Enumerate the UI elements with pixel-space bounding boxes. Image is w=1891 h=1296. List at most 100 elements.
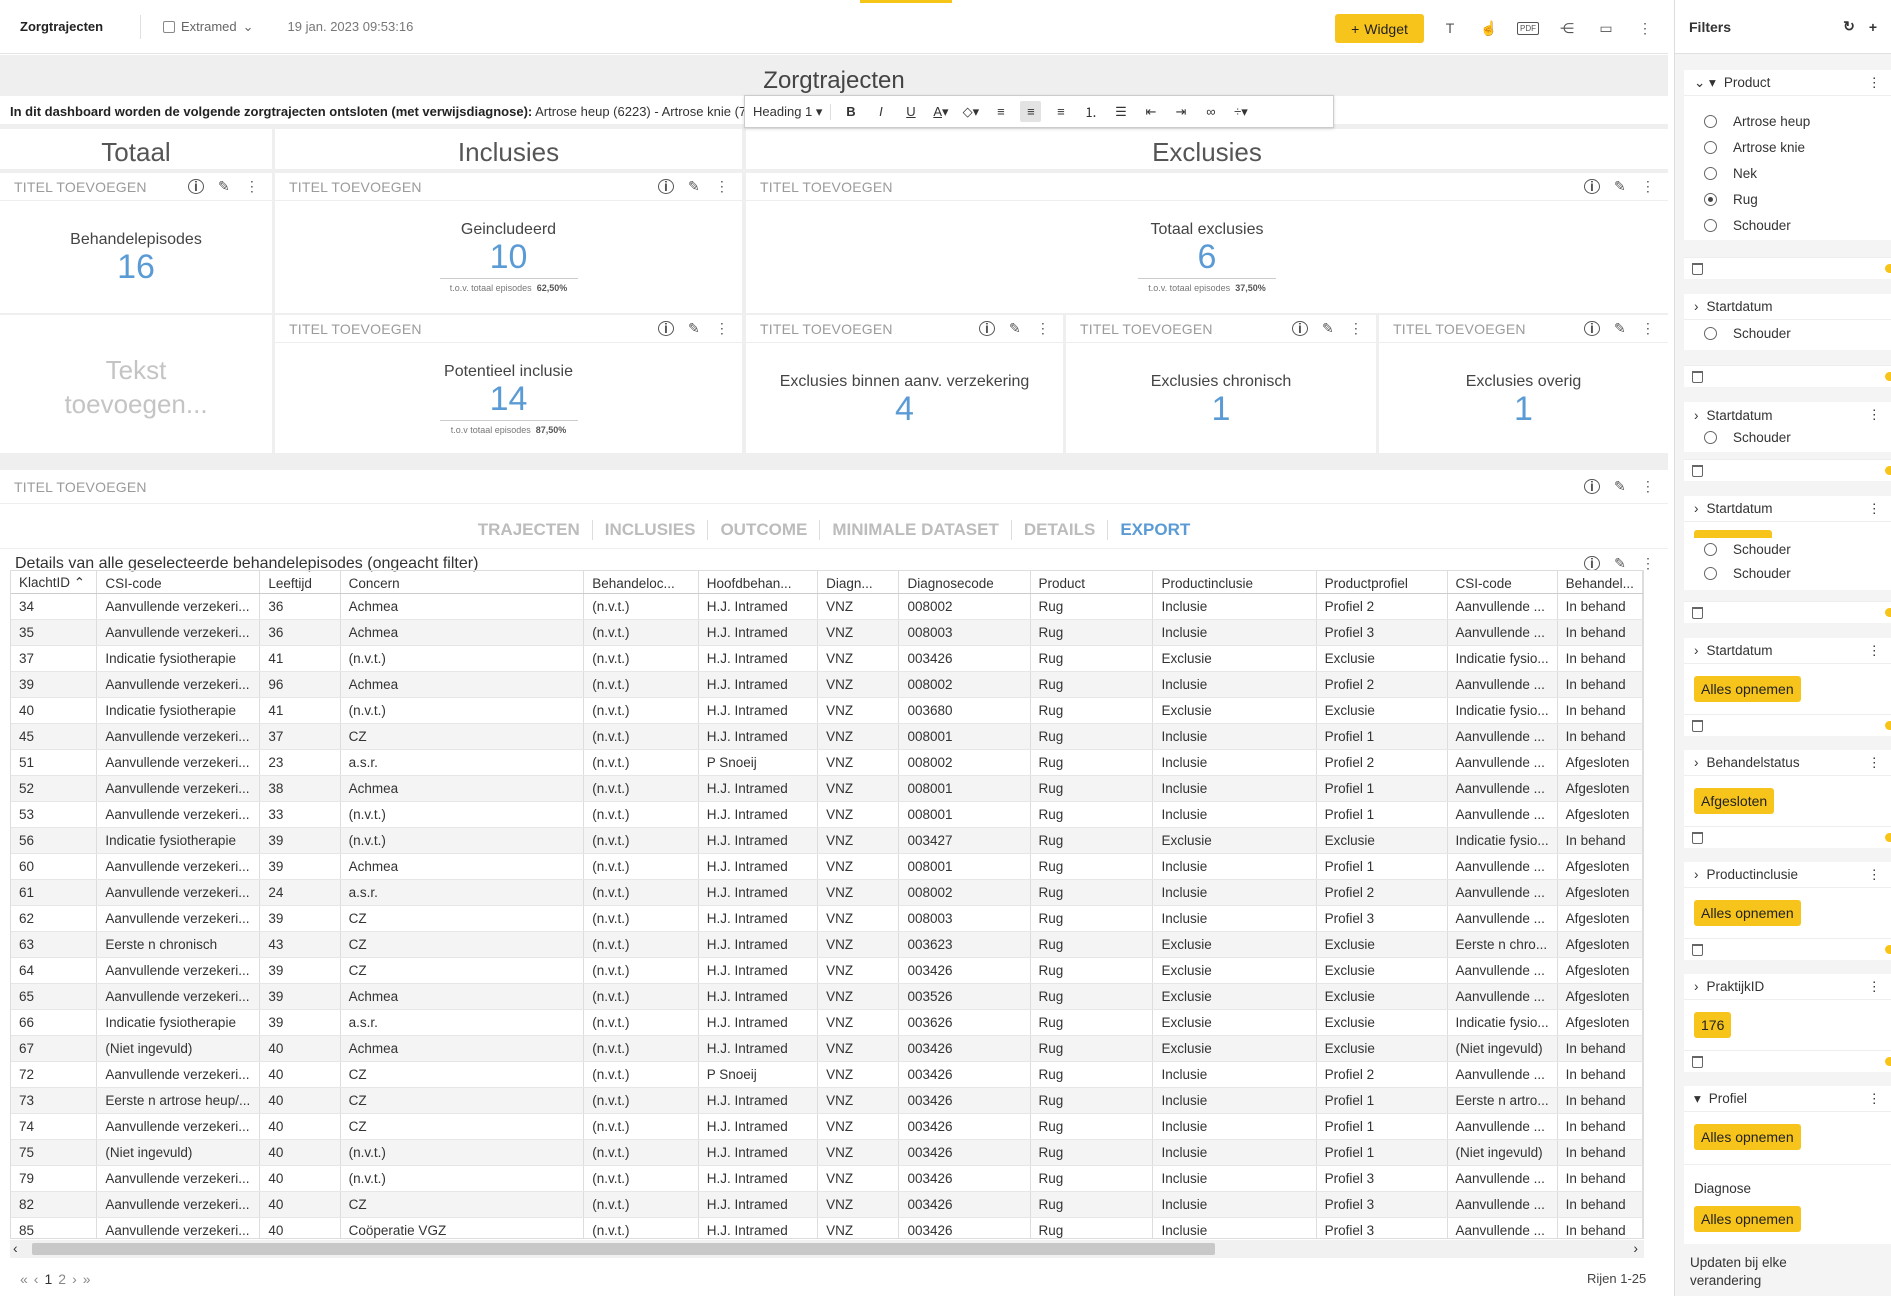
horizontal-scrollbar[interactable]: ‹ › (10, 1240, 1644, 1258)
filter-option[interactable]: Rug (1684, 186, 1891, 212)
reset-icon[interactable]: ↻ (1843, 18, 1855, 35)
more-icon[interactable]: ⋮ (714, 320, 730, 337)
alles-opnemen-chip[interactable]: Alles opnemen (1694, 1124, 1801, 1150)
toggle-icon[interactable] (1885, 264, 1891, 273)
last-page-icon[interactable]: » (83, 1271, 91, 1287)
table-row[interactable]: 75 (Niet ingevuld) 40 (n.v.t.) (n.v.t.) H.J. … (11, 1139, 1643, 1166)
source-selector[interactable]: Extramed ⌄ (163, 19, 254, 35)
column-header[interactable]: Product (1030, 571, 1154, 594)
tab-inclusies[interactable]: INCLUSIES (593, 520, 709, 540)
table-row[interactable]: 56 Indicatie fysiotherapie 39 (n.v.t.) (n.v.… (11, 827, 1643, 854)
pencil-icon[interactable]: ✎ (1007, 320, 1023, 337)
column-header[interactable]: CSI-code (1447, 571, 1558, 594)
align-left-icon[interactable]: ≡ (990, 101, 1011, 122)
bullet-list-icon[interactable]: ☰ (1110, 101, 1131, 122)
toggle-icon[interactable] (1885, 608, 1891, 617)
table-row[interactable]: 72 Aanvullende verzekeri... 40 CZ (n.v.t.) P … (11, 1061, 1643, 1088)
align-center-icon[interactable]: ≡ (1020, 101, 1042, 122)
trash-icon[interactable] (1692, 262, 1703, 275)
section-totaal[interactable]: Totaal (0, 129, 272, 169)
filter-option[interactable]: Schouder (1684, 560, 1891, 586)
filter-option[interactable]: Nek (1684, 160, 1891, 186)
table-row[interactable]: 82 Aanvullende verzekeri... 40 CZ (n.v.t.) H.… (11, 1191, 1643, 1218)
pdf-icon[interactable]: PDF (1516, 16, 1540, 40)
section-exclusies[interactable]: Exclusies (746, 129, 1668, 169)
more-icon[interactable]: ⋮ (1348, 320, 1364, 337)
next-page-icon[interactable]: › (72, 1271, 77, 1287)
info-icon[interactable]: i (1584, 556, 1600, 571)
section-inclusies[interactable]: Inclusies (275, 129, 742, 169)
more-icon[interactable]: ⋮ (1868, 979, 1882, 995)
column-header[interactable]: KlachtID ⌃ (11, 571, 98, 594)
monitor-icon[interactable]: ▭ (1594, 16, 1618, 40)
numbered-list-icon[interactable]: ⒈ (1080, 101, 1101, 122)
toggle-icon[interactable] (1885, 372, 1891, 381)
table-row[interactable]: 51 Aanvullende verzekeri... 23 a.s.r. (n.v.t… (11, 749, 1643, 776)
radio-icon[interactable] (1704, 114, 1717, 128)
column-header[interactable]: Behandeloc... (583, 571, 699, 594)
alles-opnemen-chip[interactable]: Alles opnemen (1694, 676, 1801, 702)
tile-title[interactable]: TITEL TOEVOEGEN (289, 321, 646, 337)
scroll-left-icon[interactable]: ‹ (13, 1240, 18, 1256)
trash-icon[interactable] (1692, 943, 1703, 956)
share-icon[interactable]: ⋲ (1555, 16, 1579, 40)
radio-selected-icon[interactable] (1704, 192, 1717, 206)
table-row[interactable]: 35 Aanvullende verzekeri... 36 Achmea (n.v.t… (11, 619, 1643, 646)
trash-icon[interactable] (1692, 370, 1703, 383)
table-row[interactable]: 79 Aanvullende verzekeri... 40 (n.v.t.) (n.v… (11, 1165, 1643, 1192)
filter-header[interactable]: › Productinclusie ⋮ (1684, 862, 1891, 888)
info-icon[interactable]: i (1584, 479, 1600, 494)
pencil-icon[interactable]: ✎ (216, 178, 232, 195)
info-icon[interactable]: i (658, 179, 674, 194)
add-widget-button[interactable]: + Widget (1335, 14, 1424, 43)
radio-icon[interactable] (1704, 430, 1717, 444)
tile-tekst[interactable]: Tekst toevoegen... (0, 315, 272, 453)
radio-icon[interactable] (1704, 140, 1717, 154)
filter-header[interactable]: ▾ Profiel ⋮ (1684, 1086, 1891, 1112)
scroll-right-icon[interactable]: › (1633, 1240, 1638, 1256)
radio-icon[interactable] (1704, 326, 1717, 340)
table-row[interactable]: 67 (Niet ingevuld) 40 Achmea (n.v.t.) H.J. In… (11, 1035, 1643, 1062)
radio-icon[interactable] (1704, 218, 1717, 232)
tile-title[interactable]: TITEL TOEVOEGEN (1080, 321, 1280, 337)
table-row[interactable]: 64 Aanvullende verzekeri... 39 CZ (n.v.t.) H.… (11, 957, 1643, 984)
radio-icon[interactable] (1704, 542, 1717, 556)
touch-icon[interactable]: ☝ (1477, 16, 1501, 40)
filter-header[interactable]: › Startdatum (1684, 294, 1891, 320)
info-icon[interactable]: i (979, 321, 995, 336)
toggle-icon[interactable] (1885, 721, 1891, 730)
alles-opnemen-chip[interactable]: Alles opnemen (1694, 1206, 1801, 1232)
filter-option[interactable]: Artrose knie (1684, 134, 1891, 160)
tile-title[interactable]: TITEL TOEVOEGEN (760, 321, 967, 337)
dashboard-title[interactable]: Zorgtrajecten (0, 67, 1668, 95)
table-row[interactable]: 73 Eerste n artrose heup/... 40 CZ (n.v.t.) H… (11, 1087, 1643, 1114)
tab-export[interactable]: EXPORT (1108, 520, 1202, 540)
prev-page-icon[interactable]: ‹ (34, 1271, 39, 1287)
table-row[interactable]: 40 Indicatie fysiotherapie 41 (n.v.t.) (n.v.… (11, 697, 1643, 724)
bold-icon[interactable]: B (840, 101, 861, 122)
indent-icon[interactable]: ⇥ (1170, 101, 1191, 122)
info-icon[interactable]: i (1584, 321, 1600, 336)
column-header[interactable]: CSI-code (96, 571, 261, 594)
table-row[interactable]: 45 Aanvullende verzekeri... 37 CZ (n.v.t.) H.… (11, 723, 1643, 750)
table-row[interactable]: 61 Aanvullende verzekeri... 24 a.s.r. (n.v.t… (11, 879, 1643, 906)
filter-header[interactable]: › PraktijkID ⋮ (1684, 974, 1891, 1000)
table-row[interactable]: 65 Aanvullende verzekeri... 39 Achmea (n.v.t… (11, 983, 1643, 1010)
italic-icon[interactable]: I (870, 101, 891, 122)
tab-outcome[interactable]: OUTCOME (708, 520, 821, 540)
pencil-icon[interactable]: ✎ (686, 320, 702, 337)
filter-header[interactable]: › Startdatum ⋮ (1684, 638, 1891, 664)
more-icon[interactable]: ⋮ (1868, 75, 1882, 91)
tile-title[interactable]: TITEL TOEVOEGEN (289, 179, 646, 195)
pencil-icon[interactable]: ✎ (686, 178, 702, 195)
pencil-icon[interactable]: ✎ (1320, 320, 1336, 337)
info-icon[interactable]: i (658, 321, 674, 336)
column-header[interactable]: Diagnosecode (898, 571, 1031, 594)
more-icon[interactable]: ⋮ (714, 178, 730, 195)
filter-option[interactable]: Schouder (1684, 320, 1891, 346)
more-icon[interactable]: ⋮ (1640, 178, 1656, 195)
table-row[interactable]: 53 Aanvullende verzekeri... 33 (n.v.t.) (n.v… (11, 801, 1643, 828)
filter-option[interactable]: Schouder (1684, 428, 1891, 446)
table-row[interactable]: 39 Aanvullende verzekeri... 96 Achmea (n.v.t… (11, 671, 1643, 698)
tab-minimale-dataset[interactable]: MINIMALE DATASET (820, 520, 1012, 540)
